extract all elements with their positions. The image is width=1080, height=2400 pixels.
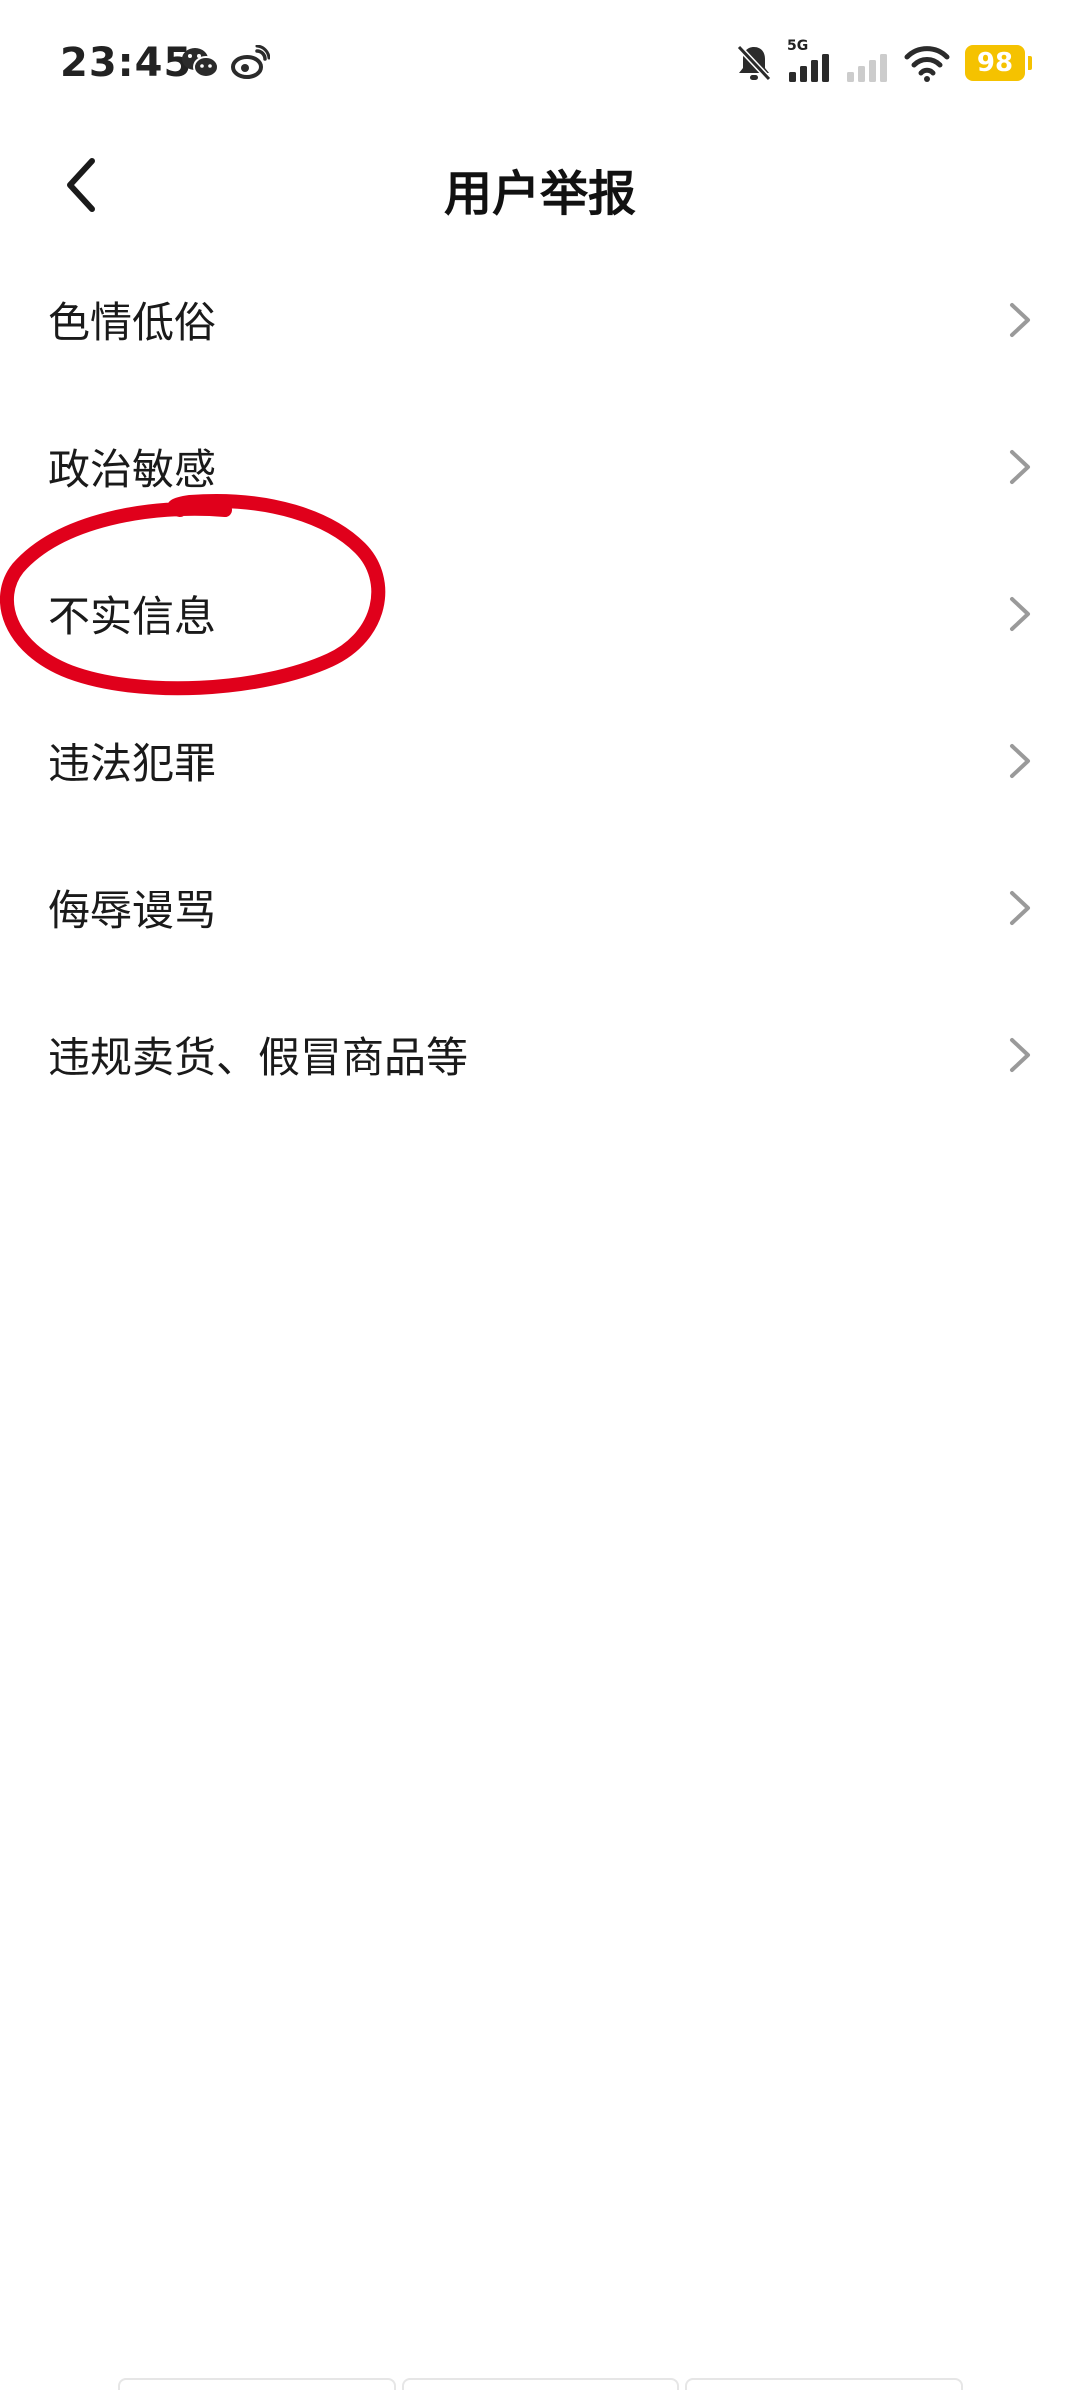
- signal-5g-icon: 5G: [787, 38, 831, 84]
- weibo-icon: [231, 45, 270, 79]
- chevron-right-icon: [1010, 743, 1030, 778]
- battery-level: 98: [976, 48, 1014, 78]
- bottom-bar-segment: [118, 2378, 396, 2390]
- header: 用户举报: [0, 130, 1080, 240]
- bottom-gesture-bar: [118, 2378, 964, 2392]
- page-title: 用户举报: [443, 166, 636, 222]
- report-item-label: 政治敏感: [48, 445, 217, 494]
- wifi-icon: [904, 46, 950, 82]
- status-app-icons: [180, 45, 270, 81]
- chevron-right-icon: [1010, 890, 1030, 925]
- report-item-label: 色情低俗: [48, 298, 217, 347]
- report-item-illegal[interactable]: 违法犯罪: [0, 687, 1080, 834]
- report-item-pornography[interactable]: 色情低俗: [0, 246, 1080, 393]
- report-item-label: 违法犯罪: [48, 739, 217, 788]
- status-bar: 23:45 5G 98: [0, 0, 1080, 130]
- chevron-right-icon: [1010, 302, 1030, 337]
- battery-icon: 98: [965, 45, 1032, 81]
- signal-icon: [847, 54, 887, 82]
- chevron-right-icon: [1010, 596, 1030, 631]
- report-item-counterfeit[interactable]: 违规卖货、假冒商品等: [0, 981, 1080, 1128]
- report-item-political[interactable]: 政治敏感: [0, 393, 1080, 540]
- status-right-icons: 5G 98: [735, 38, 1032, 84]
- report-item-abuse[interactable]: 侮辱谩骂: [0, 834, 1080, 981]
- wechat-icon: [182, 48, 219, 78]
- bottom-bar-segment: [685, 2378, 964, 2390]
- mute-bell-icon: [736, 44, 772, 82]
- report-item-false-info[interactable]: 不实信息: [0, 540, 1080, 687]
- report-item-label: 不实信息: [48, 592, 217, 641]
- bottom-bar-segment: [401, 2378, 680, 2390]
- report-category-list: 色情低俗 政治敏感 不实信息 违法犯罪 侮辱谩骂 违规卖货、假冒商品等: [0, 246, 1080, 1128]
- report-item-label: 侮辱谩骂: [48, 886, 217, 935]
- chevron-right-icon: [1010, 449, 1030, 484]
- status-time: 23:45: [60, 40, 193, 86]
- chevron-right-icon: [1010, 1037, 1030, 1072]
- report-item-label: 违规卖货、假冒商品等: [48, 1033, 469, 1082]
